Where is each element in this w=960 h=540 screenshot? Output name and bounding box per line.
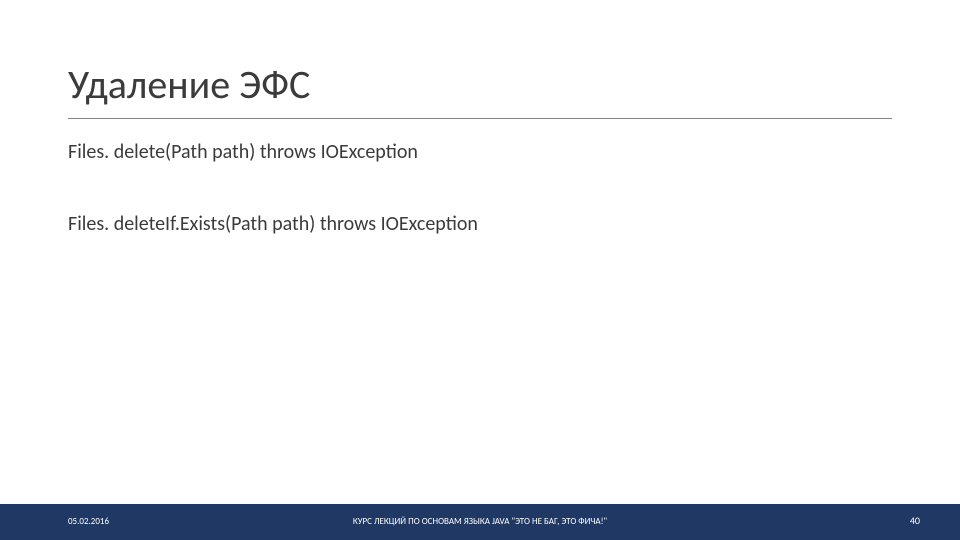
slide-title: Удаление ЭФС — [68, 60, 310, 109]
body-text-line-1: Files. delete(Path path) throws IOExcept… — [68, 140, 418, 164]
body-text-line-2: Files. deleteIf.Exists(Path path) throws… — [68, 212, 478, 236]
slide: Удаление ЭФС Files. delete(Path path) th… — [0, 0, 960, 540]
footer-course-title: КУРС ЛЕКЦИЙ ПО ОСНОВАМ ЯЗЫКА JAVA "ЭТО Н… — [0, 516, 960, 527]
title-underline — [68, 118, 892, 119]
footer-page-number: 40 — [910, 514, 920, 527]
footer-bar: 05.02.2016 КУРС ЛЕКЦИЙ ПО ОСНОВАМ ЯЗЫКА … — [0, 504, 960, 540]
